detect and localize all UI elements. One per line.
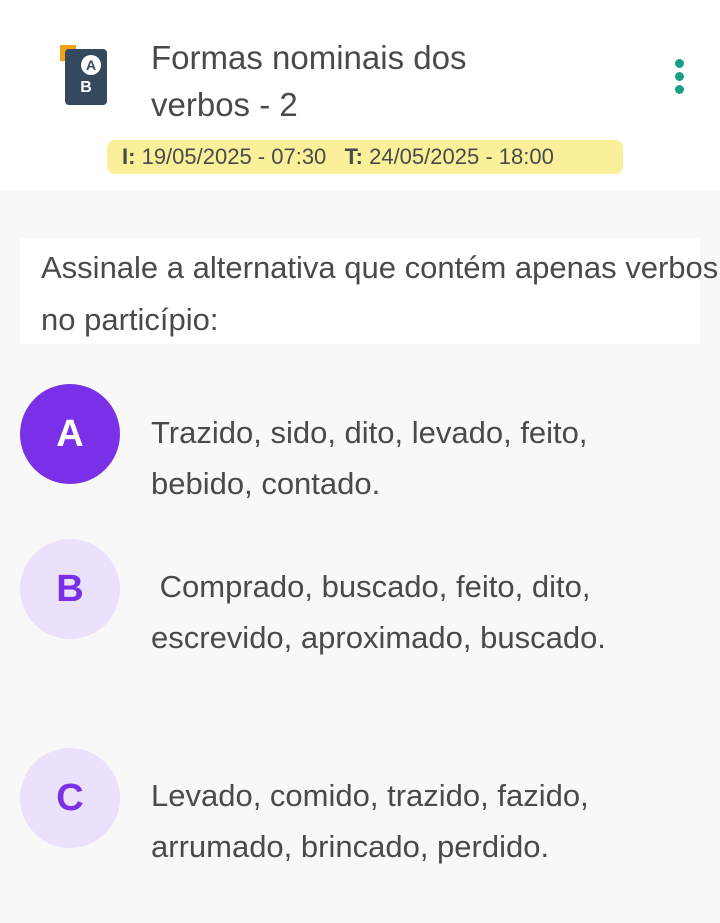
option-c-text[interactable]: Levado, comido, trazido, fazido, arrumad… bbox=[151, 770, 691, 872]
start-date-label: I: bbox=[122, 144, 136, 169]
end-date-value: 24/05/2025 - 18:00 bbox=[369, 144, 554, 169]
start-date-value: 19/05/2025 - 07:30 bbox=[141, 144, 327, 169]
question-card: Assinale a alternativa que contém apenas… bbox=[20, 238, 718, 344]
menu-dot bbox=[675, 72, 684, 81]
option-b-text[interactable]: Comprado, buscado, feito, dito, escrevid… bbox=[151, 561, 691, 663]
date-range-badge: I: 19/05/2025 - 07:30 T: 24/05/2025 - 18… bbox=[107, 140, 623, 174]
option-a-circle[interactable]: A bbox=[20, 384, 120, 484]
page-title: Formas nominais dos verbos - 2 bbox=[151, 39, 467, 123]
option-b-circle[interactable]: B bbox=[20, 539, 120, 639]
quiz-ab-icon: A B bbox=[60, 45, 108, 107]
icon-letter-b: B bbox=[80, 79, 92, 96]
question-text: Assinale a alternativa que contém apenas… bbox=[41, 250, 719, 337]
more-options-icon[interactable] bbox=[670, 56, 690, 96]
option-c-circle[interactable]: C bbox=[20, 748, 120, 848]
icon-card: A B bbox=[65, 49, 107, 105]
header: A B Formas nominais dos verbos - 2 I: 19… bbox=[0, 0, 720, 190]
end-date-label: T: bbox=[344, 144, 363, 169]
menu-dot bbox=[675, 85, 684, 94]
option-a-text[interactable]: Trazido, sido, dito, levado, feito, bebi… bbox=[151, 407, 691, 509]
icon-letter-a: A bbox=[81, 55, 101, 75]
menu-dot bbox=[675, 59, 684, 68]
